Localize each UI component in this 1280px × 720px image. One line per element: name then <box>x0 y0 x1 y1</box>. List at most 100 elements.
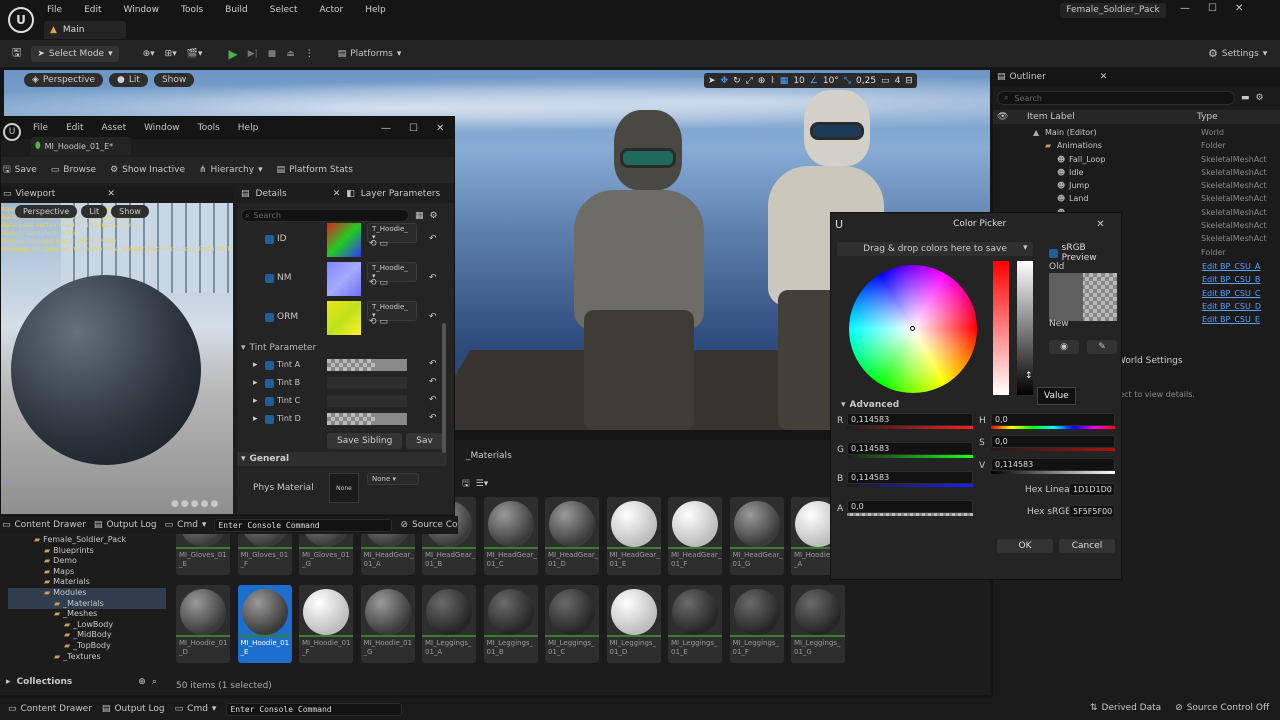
chevron-down-icon[interactable]: ▾ <box>1023 243 1028 253</box>
output-log-button[interactable]: ▤ Output Log <box>102 704 165 714</box>
derived-data-button[interactable]: ⇅ Derived Data <box>1090 703 1161 713</box>
hex-linear-field[interactable]: 1D1D1D0 <box>1069 483 1115 496</box>
surface-snap-icon[interactable]: ⌇ <box>770 76 774 86</box>
reset-icon[interactable]: ↶ <box>429 377 437 387</box>
settings-button[interactable]: ⚙ Settings ▾ <box>1208 47 1267 60</box>
phys-material-dropdown[interactable]: None ▾ <box>367 473 419 485</box>
outliner-row[interactable]: ☻ Land SkeletalMeshAct <box>993 192 1280 205</box>
menu-select[interactable]: Select <box>270 5 298 15</box>
add-actor-icon[interactable]: ⊕▾ <box>143 49 155 59</box>
value-field[interactable]: 0,114583 <box>991 458 1115 471</box>
asset-tile[interactable]: MI_Leggings_ 01_B <box>483 585 538 663</box>
value-slider-handle-icon[interactable]: ↕ <box>1025 371 1033 381</box>
hex-srgb-field[interactable]: 5F5F5F00 <box>1069 505 1115 518</box>
srgb-checkbox[interactable] <box>1049 248 1058 258</box>
general-group[interactable]: ▾ General <box>237 452 447 466</box>
asset-tile[interactable]: MI_Leggings_ 01_G <box>791 585 845 663</box>
tab-mi-hoodie[interactable]: ⬮ MI_Hoodie_01_E* <box>31 137 131 155</box>
asset-tile[interactable]: MI_Leggings_ 01_E <box>668 585 722 663</box>
chevron-right-icon[interactable]: ▸ <box>253 360 258 370</box>
blue-field[interactable]: 0,114583 <box>847 471 973 484</box>
save-sibling-button[interactable]: Save Sibling <box>327 433 403 449</box>
column-type[interactable]: Type <box>1197 112 1218 122</box>
tab-me-viewport[interactable]: ▭ Viewport ✕ <box>1 187 233 201</box>
minimize-icon[interactable]: — <box>1180 3 1190 14</box>
me-perspective-button[interactable]: Perspective <box>15 205 78 218</box>
viewport-layout-icon[interactable]: ⊟ <box>905 76 913 86</box>
tab-outliner[interactable]: Outliner <box>1010 72 1046 82</box>
folder-tree-item[interactable]: ▰ _Textures <box>8 652 166 663</box>
hue-field[interactable]: 0,0 <box>991 413 1115 426</box>
angle-snap-icon[interactable]: ∠ <box>810 76 818 86</box>
perspective-button[interactable]: ◈ Perspective <box>24 73 104 87</box>
details-search-input[interactable]: ⌕ Search <box>241 209 409 222</box>
menu-window[interactable]: Window <box>124 5 160 15</box>
status-console-input[interactable]: Enter Console Command <box>226 702 403 716</box>
outliner-row[interactable]: ☻ Jump SkeletalMeshAct <box>993 179 1280 192</box>
outliner-row[interactable]: ☻ Idle SkeletalMeshAct <box>993 166 1280 179</box>
menu-tools[interactable]: Tools <box>181 5 203 15</box>
world-settings-tab[interactable]: World Settings <box>1117 356 1183 366</box>
me-menu-help[interactable]: Help <box>238 123 259 133</box>
show-button[interactable]: Show <box>153 73 195 87</box>
edit-blueprint-link[interactable]: Edit BP_CSU_D <box>1202 300 1261 313</box>
color-wheel[interactable] <box>849 265 977 393</box>
asset-tile[interactable]: MI_Leggings_ 01_A <box>422 585 476 663</box>
breadcrumb-materials[interactable]: _Materials <box>466 451 512 461</box>
edit-blueprint-link[interactable]: Edit BP_CSU_E <box>1202 313 1261 326</box>
filter-icon[interactable]: ☰▾ <box>476 479 489 489</box>
asset-tile[interactable]: MI_Leggings_ 01_D <box>606 585 661 663</box>
asset-tile[interactable]: MI_Hoodie_01 _D <box>176 585 230 663</box>
tint-color-swatch[interactable] <box>327 395 407 407</box>
scale-snap-icon[interactable]: ⤡ <box>844 76 851 86</box>
collections-header[interactable]: ▸ Collections ⊕ ⌕ <box>6 674 166 690</box>
chevron-right-icon[interactable]: ▸ <box>253 396 258 406</box>
folder-tree-item[interactable]: ▰ Modules <box>8 587 166 599</box>
search-icon[interactable]: ⌕ <box>152 677 157 687</box>
tint-color-swatch[interactable] <box>327 377 407 389</box>
reset-icon[interactable]: ↶ <box>429 234 437 244</box>
param-override-checkbox[interactable] <box>265 235 274 244</box>
texture-thumbnail[interactable] <box>327 301 361 335</box>
source-control-tab[interactable]: ⊘ Source Co <box>400 520 457 530</box>
outliner-search-input[interactable]: ⌕ Search <box>997 91 1235 105</box>
sphere-shape-icon[interactable]: ● <box>171 499 179 509</box>
folder-tree-item[interactable]: ▰ _TopBody <box>8 641 166 652</box>
save-child-button[interactable]: Sav <box>406 433 443 449</box>
texture-thumbnail[interactable] <box>327 223 361 257</box>
srgb-preview-toggle[interactable]: sRGB Preview <box>1049 243 1121 263</box>
visibility-eye-icon[interactable]: 👁 <box>997 112 1027 122</box>
param-override-checkbox[interactable] <box>265 397 274 406</box>
param-override-checkbox[interactable] <box>265 274 274 283</box>
outliner-row[interactable]: ▲ Main (Editor) World <box>993 126 1280 139</box>
cinematics-icon[interactable]: 🎬▾ <box>187 49 203 59</box>
close-viewport-icon[interactable]: ✕ <box>107 189 115 199</box>
color-wheel-mode-icon[interactable]: ◉ <box>1049 340 1079 354</box>
reset-icon[interactable]: ↶ <box>429 395 437 405</box>
close-icon[interactable]: ✕ <box>1235 3 1243 14</box>
cmd-dropdown[interactable]: ▭ Cmd ▾ <box>165 520 207 530</box>
saturation-field[interactable]: 0,0 <box>991 435 1115 448</box>
grid-snap-icon[interactable]: ▦ <box>780 76 789 86</box>
tint-color-swatch[interactable] <box>327 359 407 371</box>
more-icon[interactable]: ⋮ <box>305 49 314 59</box>
asset-tile[interactable]: MI_Leggings_ 01_F <box>729 585 784 663</box>
details-scrollbar[interactable] <box>442 323 446 453</box>
me-menu-file[interactable]: File <box>33 123 48 133</box>
rotate-tool-icon[interactable]: ↻ <box>733 76 741 86</box>
tab-layer-parameters[interactable]: Layer Parameters <box>361 189 440 199</box>
color-wheel-cursor[interactable] <box>910 326 915 331</box>
param-override-checkbox[interactable] <box>265 415 274 424</box>
add-collection-icon[interactable]: ⊕ <box>138 677 146 687</box>
menu-file[interactable]: File <box>47 5 62 15</box>
reset-icon[interactable]: ↶ <box>429 413 437 423</box>
close-outliner-icon[interactable]: ✕ <box>1100 72 1108 82</box>
eyedropper-icon[interactable]: ✎ <box>1087 340 1117 354</box>
plane-shape-icon[interactable]: ● <box>191 499 199 509</box>
asset-tile[interactable]: MI_Hoodie_01 _F <box>299 585 353 663</box>
menu-edit[interactable]: Edit <box>84 5 101 15</box>
close-icon[interactable]: ✕ <box>436 123 444 134</box>
camera-speed-icon[interactable]: ▭ <box>881 76 890 86</box>
red-field[interactable]: 0,114583 <box>847 413 973 426</box>
cylinder-shape-icon[interactable]: ● <box>201 499 209 509</box>
